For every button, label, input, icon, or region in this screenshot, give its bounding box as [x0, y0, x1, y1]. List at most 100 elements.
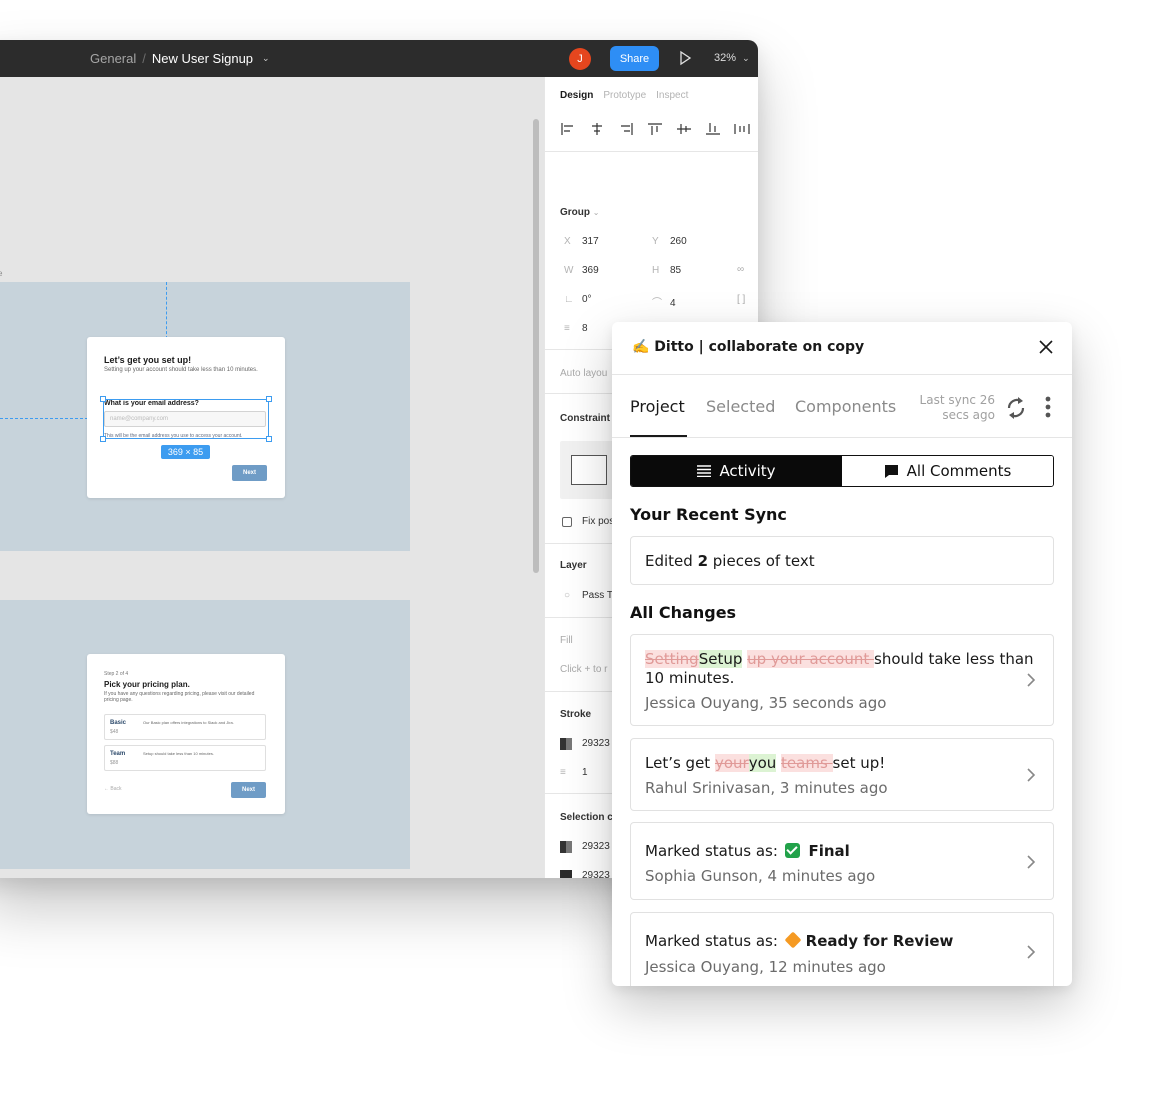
tab-project[interactable]: Project: [630, 397, 685, 416]
canvas-scrollbar[interactable]: [533, 119, 539, 573]
more-options-icon[interactable]: [1044, 395, 1052, 421]
change-meta: Sophia Gunson, 4 minutes ago: [645, 867, 876, 885]
y-field[interactable]: Y 260: [652, 236, 687, 247]
all-comments-toggle-button[interactable]: All Comments: [842, 456, 1053, 486]
close-icon[interactable]: [1037, 338, 1055, 356]
status-change-text: Marked status as: Final: [645, 842, 850, 860]
spacing-icon: ≡: [564, 323, 570, 334]
share-button[interactable]: Share: [610, 46, 659, 71]
resize-handle[interactable]: [100, 436, 106, 442]
chevron-right-icon[interactable]: [1026, 944, 1036, 960]
x-field[interactable]: X 317: [564, 236, 599, 247]
layer-blend-mode[interactable]: ○ Pass T: [564, 590, 613, 601]
selection-color-swatch[interactable]: [560, 841, 572, 853]
plan-description: Setup should take less than 10 minutes.: [143, 751, 214, 756]
next-button[interactable]: Next: [232, 465, 267, 481]
plan-name: Team: [110, 751, 126, 757]
constraints-label: Constraint: [560, 413, 610, 424]
canvas[interactable]: e Let’s get you set up! Setting up your …: [0, 77, 544, 878]
align-center-v-icon[interactable]: [676, 122, 692, 136]
frame-label[interactable]: e: [0, 269, 2, 278]
sync-prefix: Edited: [645, 552, 698, 570]
rotation-icon: ∟: [564, 294, 574, 305]
selection-color-value[interactable]: 29323: [582, 870, 610, 878]
sync-icon[interactable]: [1004, 395, 1028, 421]
signup-card[interactable]: Let’s get you set up! Setting up your ac…: [87, 337, 285, 498]
recent-sync-heading: Your Recent Sync: [630, 505, 787, 524]
change-item[interactable]: Marked status as: Final Sophia Gunson, 4…: [630, 822, 1054, 900]
card-title: Let’s get you set up!: [104, 355, 192, 365]
resize-handle[interactable]: [266, 396, 272, 402]
change-item[interactable]: Let’s get youryou teams set up! Rahul Sr…: [630, 738, 1054, 811]
pricing-card[interactable]: Step 2 of 4 Pick your pricing plan. If y…: [87, 654, 285, 814]
rotation-field[interactable]: ∟ 0°: [564, 294, 592, 305]
activity-label: Activity: [719, 462, 776, 480]
auto-layout-label[interactable]: Auto layou: [560, 368, 607, 379]
change-item[interactable]: Marked status as: Ready for Review Jessi…: [630, 912, 1054, 986]
deleted-text: teams: [781, 754, 833, 772]
frame-signup-step-2[interactable]: Step 2 of 4 Pick your pricing plan. If y…: [0, 600, 410, 869]
breadcrumb: General / New User Signup ⌄: [90, 51, 270, 66]
plan-name: Basic: [110, 720, 127, 726]
align-center-h-icon[interactable]: [589, 122, 605, 136]
dimension-badge: 369 × 85: [161, 445, 210, 459]
breadcrumb-parent[interactable]: General: [90, 51, 136, 66]
w-value: 369: [582, 265, 599, 276]
constrain-proportions-icon[interactable]: ∞: [737, 264, 744, 275]
tab-components[interactable]: Components: [795, 397, 896, 416]
blend-icon: ○: [564, 590, 571, 601]
avatar[interactable]: J: [569, 48, 591, 70]
height-field[interactable]: H 85: [652, 265, 681, 276]
fill-hint: Click + to r: [560, 664, 608, 675]
play-icon[interactable]: [678, 49, 692, 67]
frame-signup-step-1[interactable]: Let’s get you set up! Setting up your ac…: [0, 282, 410, 551]
chevron-right-icon[interactable]: [1026, 854, 1036, 870]
spacing-field[interactable]: ≡ 8: [564, 323, 588, 334]
radius-value: 4: [670, 298, 676, 309]
stroke-weight-field[interactable]: ≡ 1: [560, 767, 588, 778]
next-button[interactable]: Next: [231, 782, 266, 798]
change-item[interactable]: SettingSetup up your account should take…: [630, 634, 1054, 726]
stroke-color-value[interactable]: 29323: [582, 738, 610, 749]
zoom-level[interactable]: 32% ⌄: [714, 52, 750, 64]
resize-handle[interactable]: [100, 396, 106, 402]
inserted-text: you: [748, 754, 777, 772]
tab-inspect[interactable]: Inspect: [656, 90, 688, 101]
figma-titlebar: General / New User Signup ⌄ J Share 32% …: [0, 40, 758, 77]
width-field[interactable]: W 369: [564, 265, 599, 276]
chevron-right-icon[interactable]: [1026, 767, 1036, 783]
activity-toggle-button[interactable]: Activity: [631, 456, 842, 486]
constraint-widget[interactable]: [560, 441, 618, 499]
plan-option-basic[interactable]: Basic $48 Our Basic plan offers integrat…: [104, 714, 266, 740]
h-value: 85: [670, 265, 682, 276]
fix-position-checkbox[interactable]: [562, 517, 572, 527]
selection-box[interactable]: [100, 396, 272, 442]
tab-prototype[interactable]: Prototype: [603, 90, 646, 101]
comment-icon: [884, 464, 898, 478]
align-right-icon[interactable]: [618, 122, 634, 136]
radius-field[interactable]: ⌒ 4: [652, 294, 676, 309]
status-change-text: Marked status as: Ready for Review: [645, 931, 953, 950]
tab-selected[interactable]: Selected: [706, 397, 775, 416]
change-meta: Rahul Srinivasan, 3 minutes ago: [645, 779, 888, 797]
tab-design[interactable]: Design: [560, 90, 593, 101]
distribute-icon[interactable]: [734, 122, 750, 136]
stroke-color-swatch[interactable]: [560, 738, 572, 750]
plan-option-team[interactable]: Team $88 Setup should take less than 10 …: [104, 745, 266, 771]
group-label[interactable]: Group ⌄: [560, 207, 599, 218]
align-top-icon[interactable]: [647, 122, 663, 136]
align-bottom-icon[interactable]: [705, 122, 721, 136]
chevron-down-icon[interactable]: ⌄: [262, 53, 270, 64]
align-left-icon[interactable]: [560, 122, 576, 136]
chevron-right-icon[interactable]: [1026, 672, 1036, 688]
corner-radius-icon: ⌒: [652, 298, 662, 309]
selection-color-value[interactable]: 29323: [582, 841, 610, 852]
chevron-down-icon: ⌄: [592, 208, 600, 217]
breadcrumb-separator: /: [142, 51, 146, 66]
file-name[interactable]: New User Signup: [152, 51, 253, 66]
unchanged-text: set up!: [832, 754, 886, 772]
independent-corners-icon[interactable]: [ ]: [737, 294, 745, 305]
resize-handle[interactable]: [266, 436, 272, 442]
selection-color-swatch[interactable]: [560, 870, 572, 878]
back-link[interactable]: ← Back: [104, 786, 122, 792]
